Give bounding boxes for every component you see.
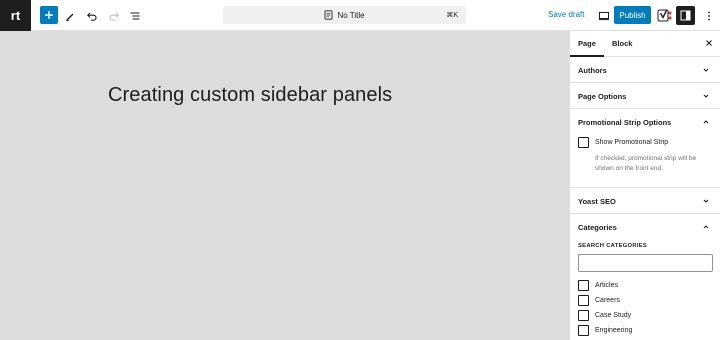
- yoast-icon: [657, 9, 672, 22]
- document-overview-button[interactable]: [124, 5, 146, 27]
- site-logo[interactable]: rt: [0, 0, 31, 31]
- undo-icon: [87, 12, 97, 21]
- pencil-icon: [66, 13, 74, 21]
- redo-icon: [109, 12, 119, 21]
- tab-page[interactable]: Page: [578, 39, 596, 48]
- settings-sidebar: Page Block Authors Page Options Promotio…: [569, 31, 720, 340]
- promotional-strip-help-text: If checked, promotional strip will be sh…: [595, 155, 697, 172]
- category-label-careers: Careers: [595, 297, 620, 304]
- sidebar-icon: [680, 10, 691, 21]
- chevron-down-icon: [703, 199, 709, 203]
- command-palette-bar[interactable]: No Title ⌘K: [223, 6, 466, 24]
- search-categories-label: SEARCH CATEGORIES: [578, 243, 648, 249]
- show-promotional-strip-checkbox[interactable]: [578, 137, 589, 148]
- options-menu-button[interactable]: [698, 5, 720, 27]
- yoast-seo-button[interactable]: [654, 5, 676, 27]
- category-checkbox-careers[interactable]: [578, 295, 589, 306]
- post-title[interactable]: Creating custom sidebar panels: [108, 84, 392, 107]
- close-icon[interactable]: [703, 37, 715, 49]
- panel-authors-title: Authors: [578, 66, 607, 75]
- redo-button[interactable]: [103, 5, 125, 27]
- chevron-down-icon: [703, 94, 709, 98]
- save-draft-button[interactable]: Save draft: [548, 10, 584, 19]
- chevron-up-icon[interactable]: [701, 117, 711, 127]
- panel-yoast-seo[interactable]: Yoast SEO: [570, 188, 720, 214]
- tab-block[interactable]: Block: [612, 39, 632, 48]
- search-categories-input[interactable]: [578, 254, 713, 272]
- logo-text: rt: [10, 8, 21, 23]
- category-label-engineering: Engineering: [595, 327, 633, 334]
- panel-page-options-title: Page Options: [578, 92, 627, 101]
- category-checkbox-case-study[interactable]: [578, 310, 589, 321]
- desktop-icon: [599, 12, 609, 21]
- category-label-case-study: Case Study: [595, 312, 632, 319]
- panel-authors[interactable]: Authors: [570, 57, 720, 83]
- list-view-icon: [130, 12, 140, 20]
- undo-button[interactable]: [81, 5, 103, 27]
- sidebar-tabs: Page Block: [570, 31, 720, 57]
- plus-icon: [45, 11, 53, 19]
- publish-label: Publish: [619, 10, 646, 20]
- publish-button[interactable]: Publish: [614, 6, 651, 24]
- editor-toolbar: rt No Title ⌘K Save draft Publish: [0, 0, 720, 31]
- chevron-up-icon[interactable]: [701, 222, 711, 232]
- editor-canvas[interactable]: Creating custom sidebar panels: [0, 31, 569, 340]
- panel-categories: Categories: [570, 214, 720, 340]
- tools-button[interactable]: [59, 5, 81, 27]
- panel-promotional-strip-title[interactable]: Promotional Strip Options: [578, 118, 671, 127]
- more-vertical-icon: [708, 11, 710, 21]
- document-title: No Title: [337, 10, 365, 20]
- panel-yoast-seo-title: Yoast SEO: [578, 197, 616, 206]
- panel-promotional-strip: Promotional Strip Options: [570, 109, 720, 188]
- show-promotional-strip-label: Show Promotional Strip: [595, 139, 669, 146]
- category-checkbox-engineering[interactable]: [578, 325, 589, 336]
- panel-page-options[interactable]: Page Options: [570, 83, 720, 109]
- settings-sidebar-toggle[interactable]: [676, 6, 695, 25]
- chevron-down-icon: [703, 68, 709, 72]
- keyboard-shortcut: ⌘K: [446, 12, 458, 19]
- panel-categories-title[interactable]: Categories: [578, 223, 617, 232]
- category-checkbox-articles[interactable]: [578, 280, 589, 291]
- category-label-articles: Articles: [595, 282, 618, 289]
- page-icon: [324, 10, 333, 20]
- add-block-button[interactable]: [40, 6, 58, 24]
- preview-button[interactable]: [593, 5, 615, 27]
